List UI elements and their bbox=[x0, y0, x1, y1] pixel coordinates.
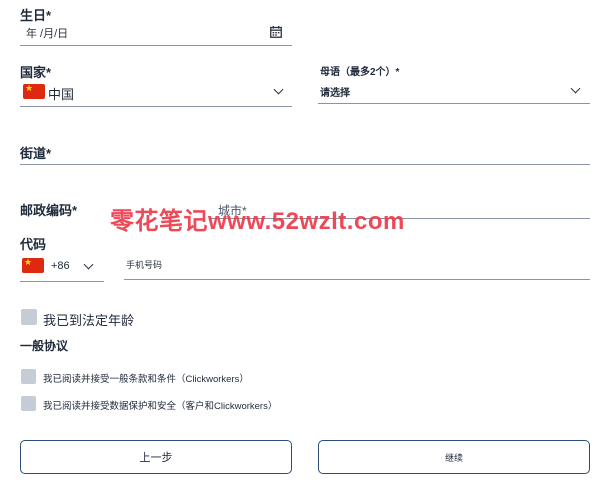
terms-checkbox[interactable] bbox=[21, 369, 36, 384]
privacy-checkbox[interactable] bbox=[21, 396, 36, 411]
street-input[interactable] bbox=[20, 164, 590, 165]
native-language-label: 母语（最多2个）* bbox=[320, 67, 400, 78]
birthday-underline bbox=[20, 45, 292, 46]
birthday-input[interactable]: 年 /月/日 bbox=[26, 25, 68, 41]
postal-code-label: 邮政编码* bbox=[20, 203, 78, 218]
country-underline bbox=[20, 106, 292, 107]
country-code-select[interactable]: +86 bbox=[51, 260, 70, 272]
chevron-down-icon[interactable] bbox=[570, 83, 581, 94]
chevron-down-icon[interactable] bbox=[273, 84, 284, 95]
country-code-underline bbox=[20, 281, 104, 282]
country-label: 国家* bbox=[20, 65, 52, 80]
country-select[interactable]: 中国 bbox=[48, 84, 74, 103]
age-confirm-label: 我已到法定年龄 bbox=[43, 313, 135, 328]
birthday-label: 生日* bbox=[20, 8, 52, 23]
watermark: 零花笔记www.52wzlt.com bbox=[110, 208, 405, 235]
phone-underline bbox=[124, 279, 590, 280]
phone-code-label: 代码 bbox=[20, 237, 47, 252]
privacy-label: 我已阅读并接受数据保护和安全（客户和Clickworkers） bbox=[43, 401, 278, 412]
chevron-down-icon[interactable] bbox=[83, 259, 94, 270]
street-label: 街道* bbox=[20, 146, 52, 161]
age-confirm-checkbox[interactable] bbox=[21, 309, 37, 325]
cn-flag-icon: ★ bbox=[23, 84, 45, 99]
native-language-underline bbox=[318, 103, 590, 104]
back-button-label: 上一步 bbox=[139, 452, 173, 464]
back-button[interactable]: 上一步 bbox=[20, 440, 292, 474]
cn-flag-icon: ★ bbox=[22, 258, 44, 273]
phone-input[interactable]: 手机号码 bbox=[126, 258, 162, 271]
terms-label: 我已阅读并接受一般条款和条件（Clickworkers） bbox=[43, 374, 249, 385]
general-agreement-heading: 一般协议 bbox=[20, 339, 69, 353]
continue-button-label: 继续 bbox=[444, 452, 463, 463]
native-language-select[interactable]: 请选择 bbox=[320, 84, 350, 99]
calendar-icon[interactable] bbox=[270, 25, 282, 38]
continue-button[interactable]: 继续 bbox=[318, 440, 590, 474]
